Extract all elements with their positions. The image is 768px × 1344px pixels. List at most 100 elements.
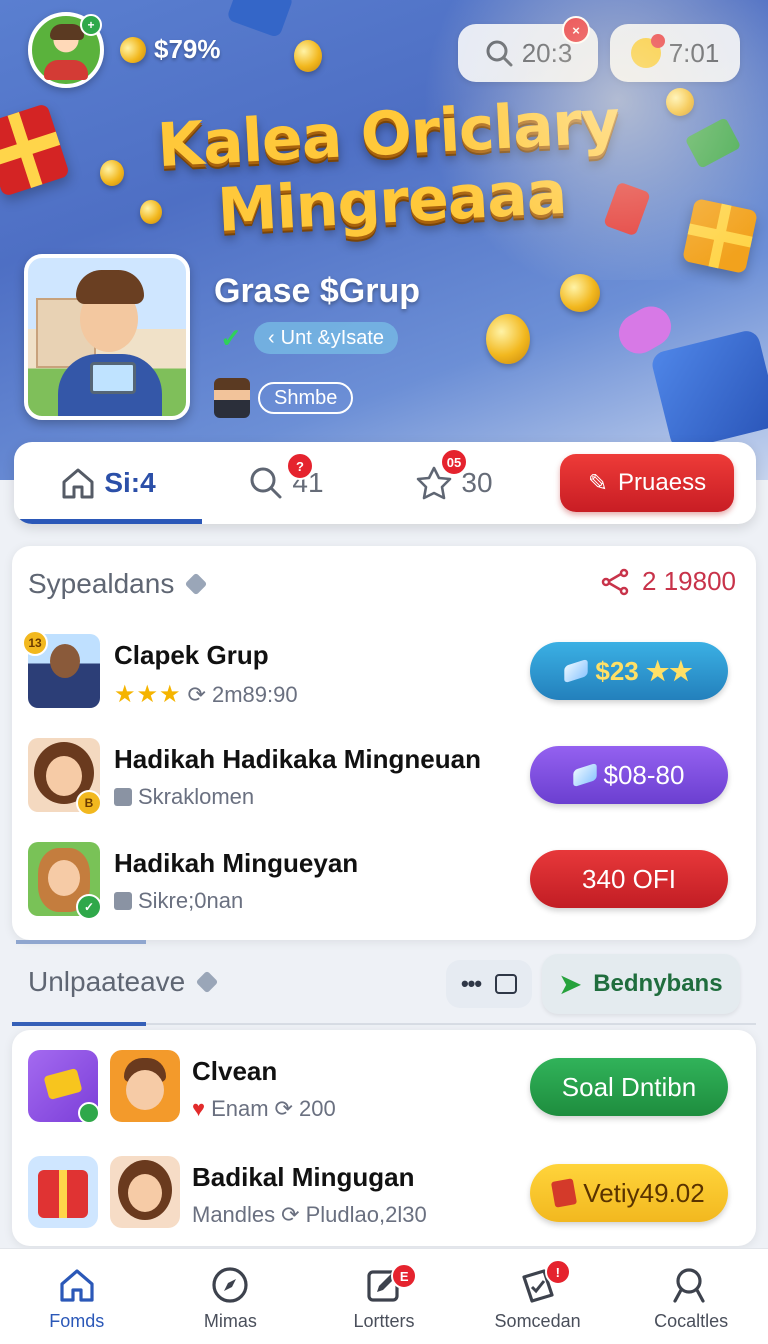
- gift-box-icon: [682, 198, 758, 274]
- row-action-button[interactable]: Vetiy49.02: [530, 1164, 728, 1222]
- thumb-badge: B: [76, 790, 102, 816]
- share-count: 2 19800: [642, 566, 736, 596]
- section-underline: [12, 1022, 146, 1026]
- tab-favorites-label: 30: [461, 467, 493, 498]
- featured-groups-card: Sypealdans 2 19800 13 Clapek Grup ★★★ ⟳ …: [12, 546, 756, 940]
- section-divider: [16, 940, 146, 944]
- row-subtitle: Mandles ⟳ Pludlao,2l30: [192, 1202, 427, 1228]
- member-avatar: [110, 1156, 180, 1228]
- send-icon: ➤: [559, 968, 582, 999]
- update-row[interactable]: Badikal Mingugan Mandles ⟳ Pludlao,2l30 …: [28, 1156, 744, 1236]
- balance-display: $79%: [115, 32, 221, 67]
- group-row[interactable]: B Hadikah Hadikaka Mingneuan Skraklomen …: [28, 738, 744, 818]
- row-meta: 200: [298, 1096, 336, 1121]
- nav-item-somcedan[interactable]: ! Somcedan: [461, 1249, 615, 1344]
- tab-search[interactable]: 41 ?: [202, 442, 370, 524]
- coin-icon: [560, 274, 600, 312]
- hero-title: Kalea Oriclary Mingreaaa: [147, 87, 633, 249]
- tag-icon: [114, 892, 132, 910]
- home-icon: [62, 468, 94, 499]
- search-badge: ×: [562, 16, 590, 44]
- hero-banner: + $79% 20:3 × 7:01 Kalea Oriclary Mingre…: [0, 0, 768, 480]
- nav-label: Fomds: [49, 1311, 105, 1331]
- row-action-button[interactable]: 340 OFI: [530, 850, 728, 908]
- group-row[interactable]: 13 Clapek Grup ★★★ ⟳ 2m89:90 $23 ★★: [22, 630, 744, 714]
- row-action-label: Vetiy49.02: [583, 1177, 705, 1208]
- nav-label: Lortters: [353, 1311, 415, 1331]
- progress-button[interactable]: ✎ Pruaess: [560, 454, 734, 512]
- updates-header: Unlpaateave: [28, 966, 219, 998]
- nav-item-search[interactable]: Cocaltles: [614, 1249, 768, 1344]
- row-subtitle: Sikre;0nan: [114, 888, 243, 914]
- row-action-label: $08-80: [603, 759, 685, 790]
- row-action-button[interactable]: $08-80: [530, 746, 728, 804]
- search-icon: [486, 40, 513, 67]
- blue-crate-icon: [649, 328, 768, 452]
- refresh-icon: ⟳: [274, 1096, 293, 1121]
- bottom-nav: Fomds Mimas E Lortters ! Somcedan Cocalt…: [0, 1248, 768, 1344]
- row-label: Enam: [211, 1096, 269, 1121]
- share-stat[interactable]: 2 19800: [600, 566, 736, 597]
- tab-home-label: Si:4: [104, 467, 156, 498]
- group-profile-picture[interactable]: [24, 254, 190, 420]
- diamond-icon: [185, 572, 208, 596]
- compass-icon: [210, 1265, 250, 1305]
- updates-card: Clvean ♥ Enam ⟳ 200 Soal Dntibn Badikal …: [12, 1030, 756, 1246]
- ticket-icon: [551, 1178, 578, 1208]
- nav-item-mimas[interactable]: Mimas: [154, 1249, 308, 1344]
- refresh-icon: ⟳: [187, 681, 206, 707]
- tab-home[interactable]: Si:4: [14, 442, 202, 524]
- section-title: Sypealdans: [28, 568, 175, 599]
- thumb-badge: 13: [22, 630, 48, 656]
- user-avatar[interactable]: +: [28, 12, 104, 88]
- nav-badge: E: [391, 1263, 418, 1289]
- member-avatar: [110, 1050, 180, 1122]
- gift-box-icon: [28, 1156, 98, 1228]
- bell-mascot-icon: [630, 34, 665, 68]
- row-action-label: $23 ★★: [595, 655, 693, 686]
- time-value: 7:01: [668, 37, 720, 68]
- row-meta: 2m89:90: [211, 681, 298, 707]
- view-toggle[interactable]: •••: [446, 960, 532, 1008]
- row-meta: Pludlao,2l30: [305, 1202, 427, 1227]
- row-subtitle: ♥ Enam ⟳ 200: [192, 1096, 336, 1122]
- row-action-label: Soal Dntibn: [561, 1071, 697, 1102]
- progress-button-label: Pruaess: [618, 469, 707, 496]
- member-avatar: [214, 378, 250, 418]
- refresh-icon: ⟳: [281, 1202, 300, 1227]
- row-action-button[interactable]: $23 ★★: [530, 642, 728, 700]
- group-tag-pill[interactable]: ‹ Unt &yIsate: [254, 322, 399, 354]
- gift-box-icon: [0, 103, 71, 197]
- section-header: Sypealdans: [28, 568, 208, 600]
- group-name: Grase $Grup: [214, 272, 420, 310]
- group-row[interactable]: ✓ Hadikah Mingueyan Sikre;0nan 340 OFI: [28, 842, 744, 922]
- row-title: Hadikah Hadikaka Mingneuan: [114, 744, 481, 774]
- coin-icon: [115, 32, 151, 67]
- notification-pill[interactable]: 7:01: [610, 24, 740, 82]
- section-underline-track: [146, 1023, 756, 1025]
- row-action-button[interactable]: Soal Dntibn: [530, 1058, 728, 1116]
- nav-label: Cocaltles: [654, 1311, 729, 1331]
- avatar-badge: +: [80, 14, 102, 36]
- ticket-icon: [603, 181, 651, 237]
- bednybans-label: Bednybans: [593, 970, 723, 997]
- heart-icon: ♥: [192, 1096, 206, 1121]
- bednybans-button[interactable]: ➤ Bednybans: [542, 954, 740, 1014]
- cash-icon: [684, 117, 742, 169]
- home-icon: [57, 1265, 97, 1305]
- pencil-icon: ✎: [587, 469, 609, 497]
- nav-item-letters[interactable]: E Lortters: [307, 1249, 461, 1344]
- tab-favorites[interactable]: 30 05: [370, 442, 538, 524]
- chat-icon: [495, 974, 518, 994]
- more-icon: •••: [460, 971, 482, 996]
- share-pill[interactable]: Shmbe: [258, 382, 354, 414]
- nav-item-home[interactable]: Fomds: [0, 1249, 154, 1344]
- search-pill[interactable]: 20:3 ×: [458, 16, 598, 82]
- thumb-badge: ✓: [76, 894, 102, 920]
- coin-icon: [294, 40, 322, 72]
- check-icon: ✓: [220, 323, 242, 353]
- search-value: 20:3: [521, 37, 573, 68]
- share-icon: [601, 568, 629, 595]
- row-title: Clapek Grup: [114, 640, 269, 670]
- update-row[interactable]: Clvean ♥ Enam ⟳ 200 Soal Dntibn: [28, 1050, 744, 1130]
